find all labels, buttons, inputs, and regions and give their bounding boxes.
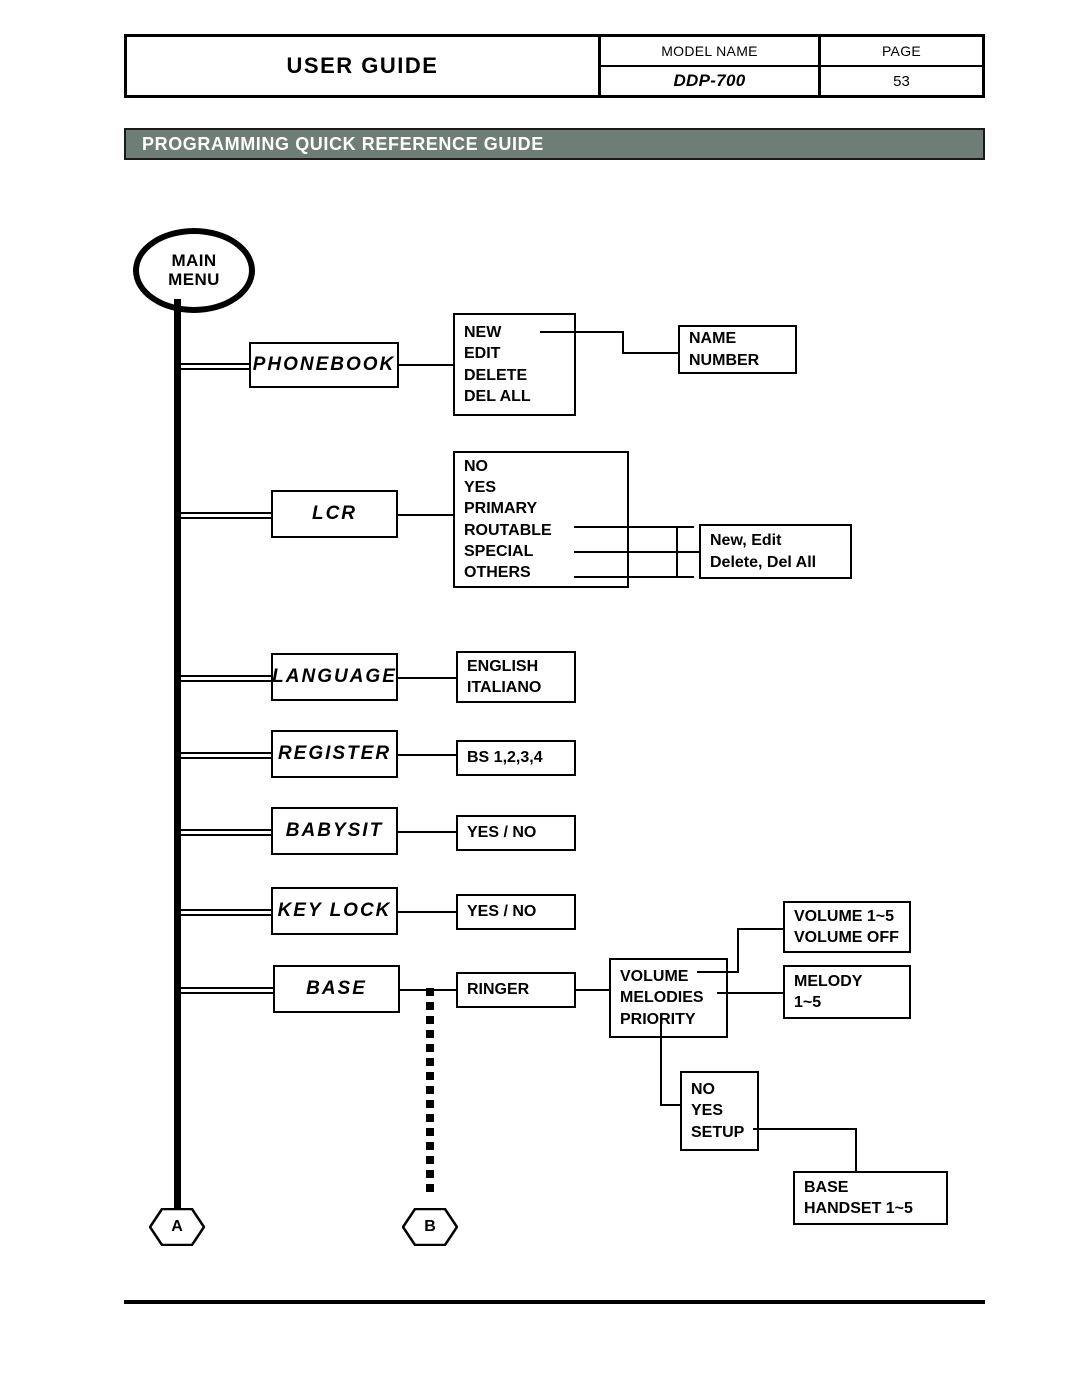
node-key-lock-label: KEY LOCK <box>277 900 392 921</box>
lcr-option: YES <box>464 479 497 497</box>
ringer-label: RINGER <box>467 981 530 999</box>
connector-volume-step-2 <box>737 928 739 973</box>
node-phonebook-label: PHONEBOOK <box>252 354 396 375</box>
node-lcr-options: NO YES PRIMARY ROUTABLE SPECIAL OTHERS <box>453 451 629 588</box>
connector-b-label: B <box>424 1218 436 1235</box>
node-language-options: ENGLISH ITALIANO <box>456 651 576 703</box>
node-setup-targets: BASE HANDSET 1~5 <box>793 1171 948 1225</box>
ringer-option: MELODIES <box>620 989 704 1007</box>
phonebook-entry-field: NAME <box>689 330 737 348</box>
connector-hexagon-b: B <box>402 1208 458 1246</box>
register-option: BS 1,2,3,4 <box>467 749 543 767</box>
connector-babysit-options <box>398 831 456 833</box>
node-lcr-entry-actions: New, Edit Delete, Del All <box>699 524 852 579</box>
node-base: BASE <box>273 965 400 1013</box>
melody-option: MELODY <box>794 972 863 990</box>
branch-line-lcr <box>181 512 273 519</box>
node-register-options: BS 1,2,3,4 <box>456 740 576 776</box>
connector-priority-step-1 <box>660 1014 662 1106</box>
node-phonebook: PHONEBOOK <box>249 342 399 388</box>
language-option: ITALIANO <box>467 679 542 696</box>
babysit-option: YES / NO <box>467 824 537 842</box>
node-main-menu: MAIN MENU <box>133 228 255 313</box>
programming-flow-diagram: MAIN MENU PHONEBOOK NEW EDIT DELETE DEL … <box>0 0 1080 1397</box>
node-phonebook-options: NEW EDIT DELETE DEL ALL <box>453 313 576 416</box>
connector-melodies <box>717 992 785 994</box>
node-babysit: BABYSIT <box>271 807 398 855</box>
node-register-label: REGISTER <box>277 743 392 764</box>
language-option: ENGLISH <box>467 657 539 675</box>
connector-hexagon-a: A <box>149 1208 205 1246</box>
node-lcr: LCR <box>271 490 398 538</box>
connector-register-options <box>398 754 456 756</box>
keylock-option: YES / NO <box>467 903 537 921</box>
setup-target: HANDSET 1~5 <box>804 1200 913 1217</box>
phonebook-option: DEL ALL <box>464 387 531 405</box>
node-base-label: BASE <box>306 978 367 999</box>
node-language: LANGUAGE <box>271 653 398 701</box>
melody-option: 1~5 <box>794 994 822 1011</box>
node-babysit-label: BABYSIT <box>285 820 384 841</box>
main-menu-line2: MENU <box>168 269 220 289</box>
footer-rule <box>124 1300 985 1304</box>
node-melody-options: MELODY 1~5 <box>783 965 911 1019</box>
lcr-entry-action: New, Edit <box>710 532 782 550</box>
phonebook-entry-field: NUMBER <box>689 351 760 369</box>
branch-line-babysit <box>181 829 273 836</box>
branch-line-keylock <box>181 909 273 916</box>
dotted-connector-line-b <box>426 988 434 1200</box>
connector-setup-step-2 <box>855 1128 857 1173</box>
node-priority-options: NO YES SETUP <box>680 1071 759 1151</box>
connector-new-step-3 <box>622 352 680 354</box>
phonebook-option: DELETE <box>464 366 528 384</box>
branch-line-base <box>181 987 273 994</box>
ringer-option: VOLUME <box>620 968 689 986</box>
lcr-entry-action: Delete, Del All <box>710 553 817 571</box>
node-lcr-label: LCR <box>311 503 358 524</box>
node-volume-levels: VOLUME 1~5 VOLUME OFF <box>783 901 911 953</box>
connector-lcr-options <box>398 514 454 516</box>
node-phonebook-entry-fields: NAME NUMBER <box>678 325 797 374</box>
connector-setup-step-1 <box>753 1128 857 1130</box>
priority-option: NO <box>691 1081 715 1099</box>
node-key-lock: KEY LOCK <box>271 887 398 935</box>
lcr-option: NO <box>464 458 488 476</box>
main-trunk-line <box>174 299 181 1212</box>
connector-language-options <box>398 677 456 679</box>
node-ringer-options: VOLUME MELODIES PRIORITY <box>609 958 728 1038</box>
branch-line-language <box>181 675 273 682</box>
ringer-option: PRIORITY <box>620 1010 696 1028</box>
node-key-lock-options: YES / NO <box>456 894 576 930</box>
node-babysit-options: YES / NO <box>456 815 576 851</box>
connector-new-step-2 <box>622 331 624 354</box>
connector-volume-step-3 <box>737 928 785 930</box>
node-ringer: RINGER <box>456 972 576 1008</box>
connector-lcr-merge-out <box>676 551 700 553</box>
connector-a-label: A <box>171 1218 183 1235</box>
volume-level: VOLUME 1~5 <box>794 907 895 925</box>
connector-ringer-options <box>576 989 610 991</box>
priority-option: SETUP <box>691 1123 745 1141</box>
setup-target: BASE <box>804 1178 849 1196</box>
connector-keylock-options <box>398 911 456 913</box>
node-language-label: LANGUAGE <box>272 666 397 687</box>
connector-phonebook-options <box>399 364 454 366</box>
connector-volume-step-1 <box>697 971 739 973</box>
connector-new-step-1 <box>540 331 624 333</box>
node-register: REGISTER <box>271 730 398 778</box>
main-menu-line1: MAIN <box>171 251 217 271</box>
priority-option: YES <box>691 1102 724 1120</box>
lcr-option: ROUTABLE <box>464 521 552 539</box>
lcr-option: PRIMARY <box>464 500 538 518</box>
branch-line-register <box>181 752 273 759</box>
lcr-option: OTHERS <box>464 563 531 581</box>
volume-level: VOLUME OFF <box>794 929 899 946</box>
phonebook-option: EDIT <box>464 345 501 363</box>
